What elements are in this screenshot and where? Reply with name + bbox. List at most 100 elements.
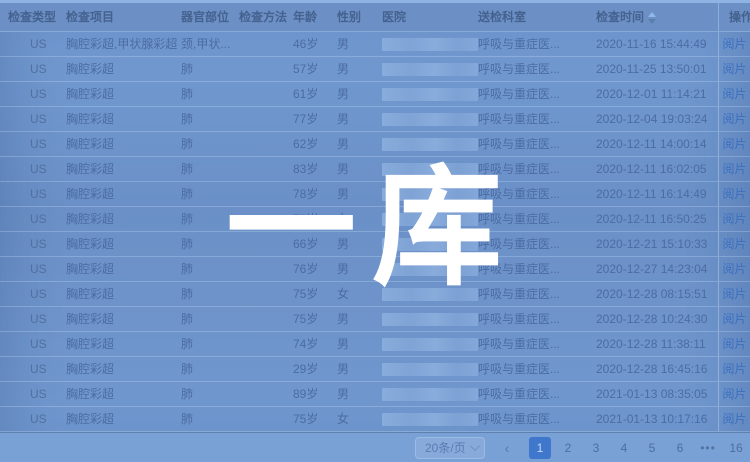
page-button-16[interactable]: 16 xyxy=(725,437,747,459)
page-button-6[interactable]: 6 xyxy=(669,437,691,459)
cell-age: 62岁 xyxy=(293,132,337,156)
cell-exam-type: US xyxy=(0,207,66,231)
cell-age: 75岁 xyxy=(293,282,337,306)
cell-age: 89岁 xyxy=(293,382,337,406)
cell-exam-time: 2020-12-28 11:38:11 xyxy=(596,332,718,356)
cell-exam-method xyxy=(239,357,293,381)
view-film-link[interactable]: 阅片 xyxy=(722,32,746,56)
cell-action: 阅片 xyxy=(718,232,750,256)
cell-hospital xyxy=(382,407,478,431)
cell-hospital xyxy=(382,57,478,81)
view-film-link[interactable]: 阅片 xyxy=(722,332,746,356)
cell-gender: 女 xyxy=(337,282,382,306)
view-film-link[interactable]: 阅片 xyxy=(722,107,746,131)
cell-exam-project: 胸腔彩超 xyxy=(66,282,181,306)
view-film-link[interactable]: 阅片 xyxy=(722,382,746,406)
view-film-link[interactable]: 阅片 xyxy=(722,157,746,181)
page-button-3[interactable]: 3 xyxy=(585,437,607,459)
cell-age: 29岁 xyxy=(293,357,337,381)
view-film-link[interactable]: 阅片 xyxy=(722,257,746,281)
view-film-link[interactable]: 阅片 xyxy=(722,207,746,231)
cell-hospital xyxy=(382,232,478,256)
cell-exam-type: US xyxy=(0,282,66,306)
cell-exam-time: 2020-11-25 13:50:01 xyxy=(596,57,718,81)
table-row: US 胸腔彩超 肺 75岁 女 呼吸与重症医... 2020-12-28 08:… xyxy=(0,282,750,307)
cell-exam-project: 胸腔彩超 xyxy=(66,332,181,356)
cell-organ-part: 肺 xyxy=(181,232,239,256)
cell-action: 阅片 xyxy=(718,207,750,231)
hospital-redacted-blur xyxy=(382,213,478,226)
view-film-link[interactable]: 阅片 xyxy=(722,132,746,156)
cell-exam-project: 胸腔彩超 xyxy=(66,57,181,81)
cell-action: 阅片 xyxy=(718,357,750,381)
cell-organ-part: 肺 xyxy=(181,357,239,381)
hospital-redacted-blur xyxy=(382,338,478,351)
page-button-1[interactable]: 1 xyxy=(529,437,551,459)
cell-exam-time: 2020-12-11 16:50:25 xyxy=(596,207,718,231)
cell-exam-project: 胸腔彩超 xyxy=(66,82,181,106)
column-header-department: 送检科室 xyxy=(478,3,596,31)
table-row: US 胸腔彩超 肺 75岁 女 呼吸与重症医... 2021-01-13 10:… xyxy=(0,407,750,432)
cell-action: 阅片 xyxy=(718,307,750,331)
cell-exam-project: 胸腔彩超 xyxy=(66,407,181,431)
page-button-4[interactable]: 4 xyxy=(613,437,635,459)
cell-gender: 女 xyxy=(337,207,382,231)
page-button-5[interactable]: 5 xyxy=(641,437,663,459)
hospital-redacted-blur xyxy=(382,388,478,401)
cell-gender: 女 xyxy=(337,407,382,431)
sorter-icon[interactable] xyxy=(648,12,656,24)
view-film-link[interactable]: 阅片 xyxy=(722,407,746,431)
hospital-redacted-blur xyxy=(382,313,478,326)
cell-organ-part: 肺 xyxy=(181,182,239,206)
cell-exam-time: 2020-12-01 11:14:21 xyxy=(596,82,718,106)
cell-hospital xyxy=(382,382,478,406)
view-film-link[interactable]: 阅片 xyxy=(722,357,746,381)
previous-page-button[interactable]: ‹ xyxy=(500,440,514,456)
cell-department: 呼吸与重症医... xyxy=(478,107,596,131)
cell-age: 74岁 xyxy=(293,332,337,356)
cell-exam-time: 2020-12-04 19:03:24 xyxy=(596,107,718,131)
cell-exam-type: US xyxy=(0,32,66,56)
cell-exam-project: 胸腔彩超 xyxy=(66,307,181,331)
cell-action: 阅片 xyxy=(718,407,750,431)
cell-exam-method xyxy=(239,182,293,206)
cell-exam-method xyxy=(239,257,293,281)
view-film-link[interactable]: 阅片 xyxy=(722,82,746,106)
view-film-link[interactable]: 阅片 xyxy=(722,282,746,306)
cell-gender: 男 xyxy=(337,57,382,81)
view-film-link[interactable]: 阅片 xyxy=(722,57,746,81)
cell-department: 呼吸与重症医... xyxy=(478,157,596,181)
cell-age: 83岁 xyxy=(293,157,337,181)
cell-exam-type: US xyxy=(0,132,66,156)
cell-age: 75岁 xyxy=(293,307,337,331)
page-button-2[interactable]: 2 xyxy=(557,437,579,459)
cell-hospital xyxy=(382,132,478,156)
page-size-select[interactable]: 20条/页 xyxy=(415,437,485,459)
column-header-exam-type: 检查类型 xyxy=(0,3,66,31)
cell-age: 76岁 xyxy=(293,207,337,231)
cell-hospital xyxy=(382,332,478,356)
view-film-link[interactable]: 阅片 xyxy=(722,232,746,256)
exam-list-screen: 检查类型 检查项目 器官部位 检查方法 年龄 性别 医院 送检科室 检查时间 操… xyxy=(0,0,750,462)
view-film-link[interactable]: 阅片 xyxy=(722,307,746,331)
sort-ascending-icon xyxy=(648,12,656,17)
cell-organ-part: 肺 xyxy=(181,257,239,281)
cell-hospital xyxy=(382,107,478,131)
cell-exam-project: 胸腔彩超 xyxy=(66,182,181,206)
table-body: US 胸腔彩超,甲状腺彩超 颈,甲状... 46岁 男 呼吸与重症医... 20… xyxy=(0,32,750,432)
cell-organ-part: 肺 xyxy=(181,57,239,81)
view-film-link[interactable]: 阅片 xyxy=(722,182,746,206)
cell-exam-method xyxy=(239,382,293,406)
cell-exam-method xyxy=(239,332,293,356)
cell-exam-type: US xyxy=(0,382,66,406)
cell-age: 61岁 xyxy=(293,82,337,106)
table-row: US 胸腔彩超 肺 76岁 男 呼吸与重症医... 2020-12-27 14:… xyxy=(0,257,750,282)
cell-exam-time: 2020-12-11 14:00:14 xyxy=(596,132,718,156)
cell-gender: 男 xyxy=(337,382,382,406)
cell-organ-part: 肺 xyxy=(181,407,239,431)
page-number-list: 123456•••16 xyxy=(529,437,747,459)
cell-exam-time: 2020-12-11 16:02:05 xyxy=(596,157,718,181)
cell-exam-type: US xyxy=(0,157,66,181)
column-header-exam-time[interactable]: 检查时间 xyxy=(596,3,718,31)
cell-hospital xyxy=(382,157,478,181)
